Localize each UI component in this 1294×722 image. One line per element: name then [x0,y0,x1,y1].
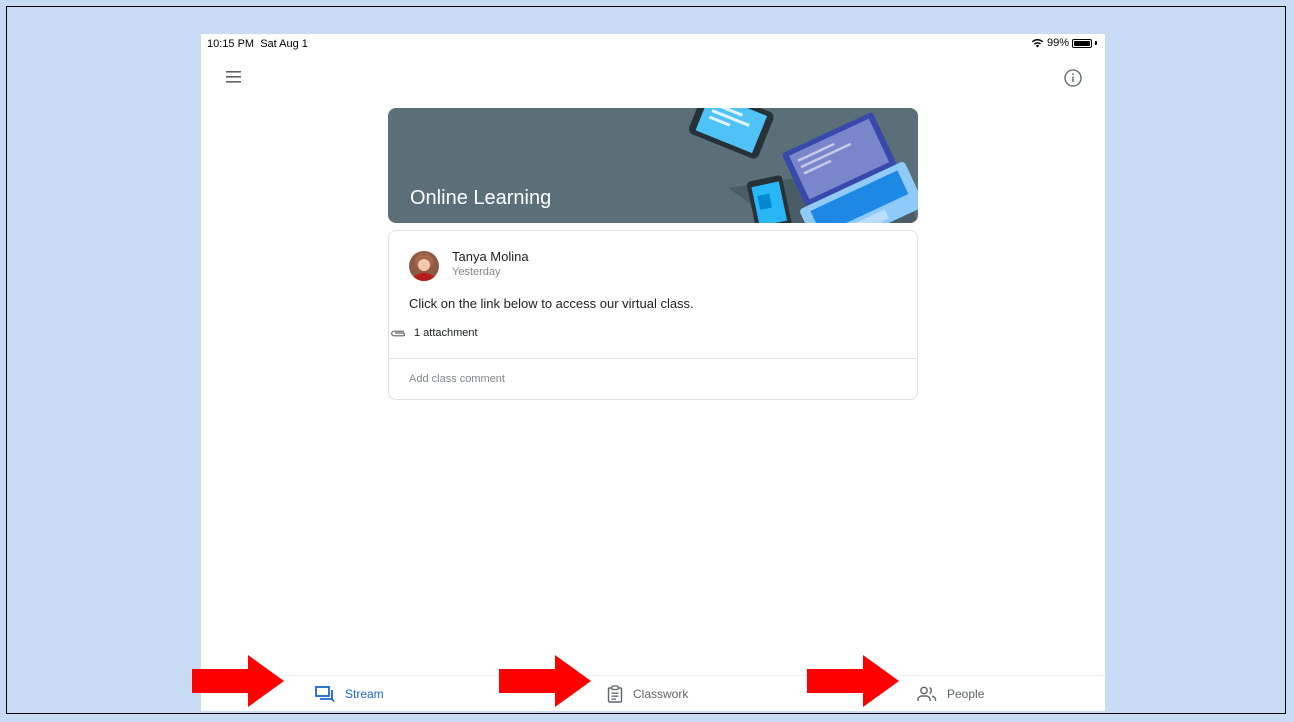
slide-frame: 10:15 PM Sat Aug 1 99% Online Learning T… [6,6,1286,714]
tab-classwork-label: Classwork [633,687,689,701]
tab-people[interactable]: People [917,676,984,711]
clipboard-icon [607,685,623,703]
bottom-nav: Stream Classwork People [201,675,1105,711]
post-text: Click on the link below to access our vi… [409,296,694,311]
info-circle-icon[interactable] [1063,68,1083,88]
post-date: Yesterday [452,266,501,278]
author-name: Tanya Molina [452,249,529,264]
wifi-icon [1031,39,1044,48]
battery-percent: 99% [1046,37,1069,49]
tab-classwork[interactable]: Classwork [607,676,688,711]
red-arrow-annotation-people [807,655,899,707]
stream-icon [315,686,335,702]
tab-stream[interactable]: Stream [315,676,384,711]
add-class-comment-input[interactable] [409,368,889,390]
tab-people-label: People [947,687,985,701]
battery-cap [1095,41,1097,45]
ipad-screen: 10:15 PM Sat Aug 1 99% Online Learning T… [201,34,1105,711]
avatar [409,251,439,281]
class-banner: Online Learning [388,108,918,223]
battery-icon [1072,38,1092,48]
red-arrow-annotation-stream [192,655,284,707]
people-icon [917,686,937,701]
hamburger-menu-icon[interactable] [225,70,243,84]
status-bar: 10:15 PM Sat Aug 1 99% [201,34,1105,54]
devices-illustration [688,108,918,223]
announcement-card[interactable]: Tanya Molina Yesterday Click on the link… [388,230,918,400]
attachment-label: 1 attachment [414,327,478,339]
attachment-link[interactable]: 1 attachment [389,327,478,339]
status-right: 99% [1031,37,1097,49]
status-time: 10:15 PM Sat Aug 1 [207,38,308,50]
tab-stream-label: Stream [345,687,384,701]
red-arrow-annotation-classwork [499,655,591,707]
paperclip-icon [391,330,405,337]
class-title[interactable]: Online Learning [410,187,551,210]
card-divider [389,358,917,359]
